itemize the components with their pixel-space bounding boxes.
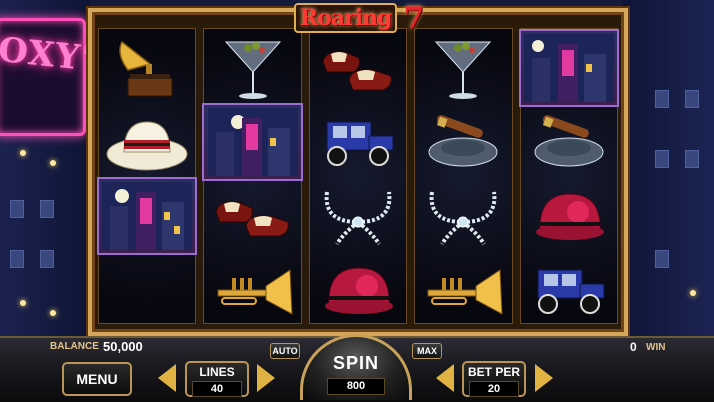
right-building xyxy=(622,0,714,345)
cigar-ashtray-icon xyxy=(428,115,498,167)
game-logo: Roaring 7 xyxy=(270,0,448,36)
cloche-hat-icon xyxy=(325,267,394,314)
bet-increase-arrow-icon[interactable] xyxy=(535,364,553,392)
building-window xyxy=(10,200,24,218)
symbol-pearl-necklace xyxy=(310,179,406,253)
reel-2 xyxy=(202,28,303,327)
symbol-dance-shoes xyxy=(204,179,300,253)
symbol-dance-shoes xyxy=(310,31,406,105)
symbol-city-night xyxy=(202,103,303,181)
lines-value: 40 xyxy=(192,381,242,397)
marquee-light xyxy=(50,160,56,166)
symbol-martini xyxy=(415,31,511,105)
dance-shoes-icon xyxy=(322,51,392,91)
symbol-vintage-car xyxy=(521,253,617,327)
win-label: WIN xyxy=(646,342,666,353)
trumpet-icon xyxy=(427,269,503,315)
symbol-city-night xyxy=(518,29,620,107)
total-bet-value: 800 xyxy=(327,378,385,395)
bet-per-label: BET PER xyxy=(467,365,520,379)
symbol-city-night xyxy=(96,177,198,255)
balance-label: BALANCE xyxy=(50,341,99,352)
lines-stepper: LINES 40 xyxy=(185,361,249,397)
symbol-vintage-car xyxy=(310,105,406,179)
reel-4 xyxy=(414,28,513,327)
auto-button[interactable]: AUTO xyxy=(270,343,300,359)
building-window xyxy=(655,90,669,108)
lines-increase-arrow-icon[interactable] xyxy=(257,364,275,392)
straw-hat-icon xyxy=(106,121,188,171)
building-window xyxy=(40,250,54,268)
building-window xyxy=(655,250,669,268)
pearl-necklace-icon xyxy=(324,191,392,246)
reel-3 xyxy=(308,28,408,327)
logo-number: 7 xyxy=(403,0,425,36)
reels-container xyxy=(96,28,620,327)
symbol-gramophone xyxy=(99,31,195,105)
bet-decrease-arrow-icon[interactable] xyxy=(436,364,454,392)
bet-per-stepper: BET PER 20 xyxy=(462,361,526,397)
city-night-icon xyxy=(523,34,614,102)
symbol-cigar-ashtray xyxy=(415,105,511,179)
win-value: 0 xyxy=(630,340,637,354)
balance-value: 50,000 xyxy=(103,339,143,354)
symbol-pearl-necklace xyxy=(415,179,511,253)
martini-icon xyxy=(435,41,492,99)
lines-decrease-arrow-icon[interactable] xyxy=(158,364,176,392)
cloche-hat-icon xyxy=(535,193,604,240)
marquee-light xyxy=(20,300,26,306)
building-window xyxy=(685,90,699,108)
building-window xyxy=(685,150,699,168)
trumpet-icon xyxy=(217,269,293,315)
marquee-light xyxy=(20,150,26,156)
reel-5 xyxy=(518,28,620,327)
bet-per-value: 20 xyxy=(469,381,519,397)
vintage-car-icon xyxy=(537,269,605,314)
symbol-cloche-hat xyxy=(521,179,617,253)
symbol-trumpet xyxy=(415,253,511,327)
city-night-icon xyxy=(102,182,193,250)
vintage-car-icon xyxy=(326,121,394,166)
menu-button[interactable]: MENU xyxy=(62,362,132,396)
lines-label: LINES xyxy=(199,365,235,379)
spin-label: SPIN xyxy=(332,353,379,373)
building-window xyxy=(40,200,54,218)
cigar-ashtray-icon xyxy=(534,115,604,167)
reel-1 xyxy=(96,28,198,324)
marquee-light xyxy=(690,290,696,296)
reels-frame xyxy=(88,8,628,336)
symbol-cloche-hat xyxy=(310,253,406,327)
symbol-cigar-ashtray xyxy=(521,105,617,179)
max-button[interactable]: MAX xyxy=(412,343,442,359)
symbol-straw-hat xyxy=(99,105,195,179)
pearl-necklace-icon xyxy=(430,191,497,246)
city-night-icon xyxy=(207,108,298,176)
gramophone-icon xyxy=(119,40,173,97)
dance-shoes-icon xyxy=(215,201,289,237)
symbol-trumpet xyxy=(204,253,300,327)
logo-word: Roaring xyxy=(293,3,398,33)
building-window xyxy=(10,250,24,268)
martini-icon xyxy=(224,41,281,99)
symbol-martini xyxy=(204,31,300,105)
marquee-light xyxy=(50,310,56,316)
building-window xyxy=(655,150,669,168)
